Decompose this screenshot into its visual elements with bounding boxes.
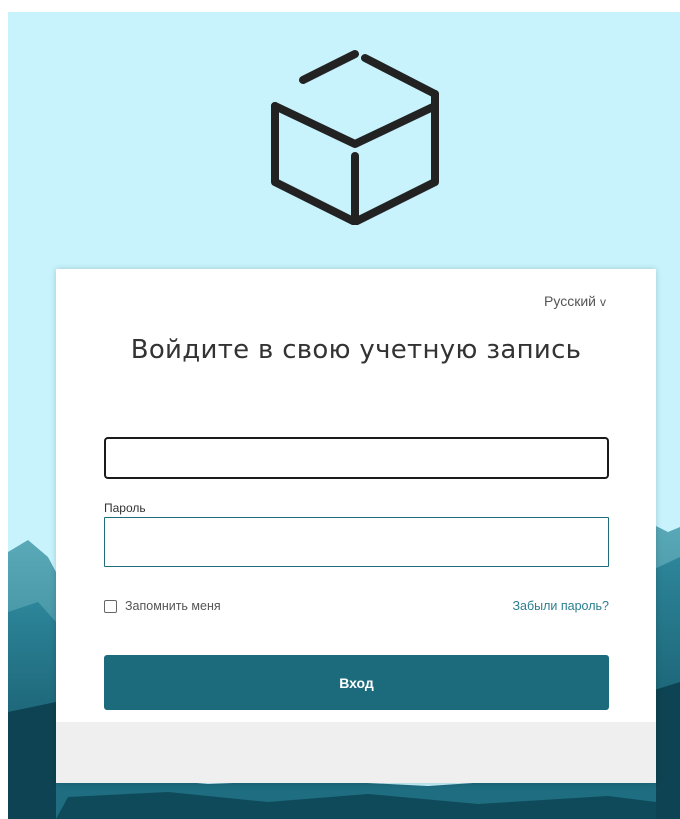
checkbox-icon[interactable]	[104, 599, 117, 613]
card-footer	[56, 722, 656, 783]
chevron-down-icon: v	[600, 295, 606, 309]
login-card: Русский v Войдите в свою учетную запись П…	[56, 269, 656, 783]
forgot-password-link[interactable]: Забыли пароль?	[512, 599, 609, 613]
login-button[interactable]: Вход	[104, 655, 609, 710]
cube-icon	[271, 50, 439, 225]
remember-me-label: Запомнить меня	[125, 599, 221, 613]
password-input[interactable]	[104, 517, 609, 567]
login-page-background: Русский v Войдите в свою учетную запись П…	[8, 12, 680, 819]
language-label: Русский	[544, 293, 596, 309]
language-selector[interactable]: Русский v	[544, 293, 606, 309]
username-input[interactable]	[104, 437, 609, 479]
page-title: Войдите в свою учетную запись	[130, 335, 582, 365]
remember-me-checkbox[interactable]: Запомнить меня	[104, 599, 221, 613]
password-label: Пароль	[104, 501, 146, 515]
